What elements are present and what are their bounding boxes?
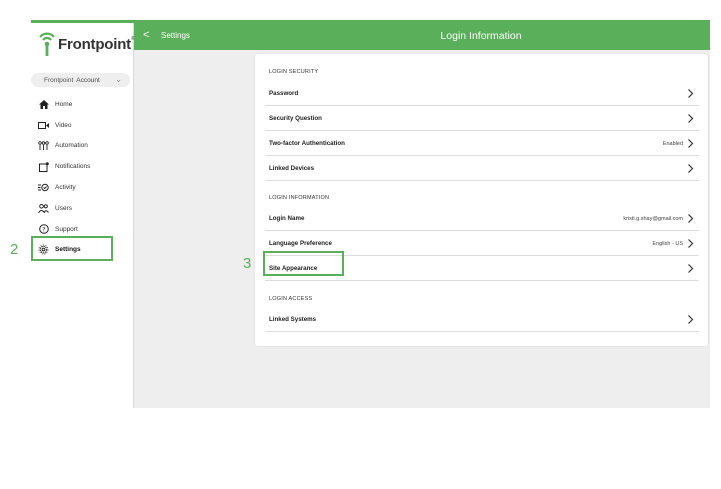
sidebar-item-notifications[interactable]: Notifications — [31, 156, 134, 177]
sidebar-item-label: Notifications — [55, 163, 91, 171]
chevron-right-icon — [688, 139, 694, 148]
row-value: Enabled — [662, 140, 683, 147]
sidebar-item-video[interactable]: Video — [31, 115, 134, 136]
frontpoint-logo[interactable]: Frontpoint® — [38, 30, 135, 58]
sidebar-item-users[interactable]: Users — [31, 198, 134, 219]
account-label: Account — [76, 76, 100, 84]
main-content: LOGIN SECURITY Password Security Questio… — [134, 50, 710, 408]
highlight-box-site-appearance — [263, 251, 344, 276]
row-password[interactable]: Password — [265, 82, 699, 106]
row-label: Login Name — [269, 215, 305, 222]
row-label: Linked Systems — [269, 316, 317, 323]
row-label: Language Preference — [269, 240, 332, 247]
row-value: English - US — [652, 240, 683, 247]
chevron-right-icon — [688, 89, 694, 98]
section-heading-login-information: LOGIN INFORMATION — [269, 195, 330, 201]
row-linked-devices[interactable]: Linked Devices — [265, 157, 699, 181]
chevron-right-icon — [688, 239, 694, 248]
row-label: Linked Devices — [269, 165, 315, 172]
chevron-right-icon — [688, 114, 694, 123]
header-bar: < Settings Login Information — [134, 23, 710, 50]
support-icon: ? — [38, 224, 49, 235]
activity-icon — [38, 182, 49, 193]
chevron-right-icon — [688, 264, 694, 273]
users-icon — [38, 203, 49, 214]
row-login-name[interactable]: Login Name kristi.g.shay@gmail.com — [265, 207, 699, 231]
sidebar: Frontpoint® Frontpoint Account ⌄ Home Vi… — [31, 23, 135, 408]
page-title: Login Information — [440, 30, 522, 42]
row-label: Password — [269, 90, 299, 97]
chevron-right-icon — [688, 214, 694, 223]
sidebar-item-home[interactable]: Home — [31, 94, 134, 115]
section-heading-login-access: LOGIN ACCESS — [269, 296, 313, 302]
sidebar-item-label: Home — [55, 100, 73, 108]
sidebar-item-activity[interactable]: Activity — [31, 177, 134, 198]
automation-icon — [38, 140, 49, 151]
video-icon — [38, 120, 49, 131]
login-information-card: LOGIN SECURITY Password Security Questio… — [255, 54, 708, 346]
account-dropdown[interactable]: Frontpoint Account ⌄ — [31, 73, 130, 87]
account-brand: Frontpoint — [44, 76, 74, 84]
row-value: kristi.g.shay@gmail.com — [623, 215, 683, 222]
sidebar-item-label: Video — [55, 121, 72, 129]
chevron-down-icon: ⌄ — [115, 75, 122, 84]
svg-text:?: ? — [42, 225, 45, 233]
highlight-box-settings — [31, 236, 113, 261]
home-icon — [38, 99, 49, 110]
row-linked-systems[interactable]: Linked Systems — [265, 308, 699, 332]
sidebar-item-label: Activity — [55, 184, 76, 192]
row-label: Security Question — [269, 115, 322, 122]
sidebar-item-label: Automation — [55, 142, 88, 150]
row-two-factor[interactable]: Two-factor Authentication Enabled — [265, 132, 699, 156]
sidebar-item-label: Users — [55, 204, 72, 212]
notifications-icon — [38, 161, 49, 172]
step-number-2: 2 — [10, 241, 19, 258]
chevron-right-icon — [688, 315, 694, 324]
logo-text: Frontpoint® — [58, 35, 135, 53]
section-heading-login-security: LOGIN SECURITY — [269, 69, 319, 75]
sidebar-item-label: Support — [55, 225, 78, 233]
chevron-right-icon — [688, 164, 694, 173]
sidebar-item-automation[interactable]: Automation — [31, 136, 134, 157]
step-number-3: 3 — [243, 255, 252, 272]
row-label: Two-factor Authentication — [269, 140, 345, 147]
row-security-question[interactable]: Security Question — [265, 107, 699, 131]
logo-mark-icon — [38, 30, 56, 58]
